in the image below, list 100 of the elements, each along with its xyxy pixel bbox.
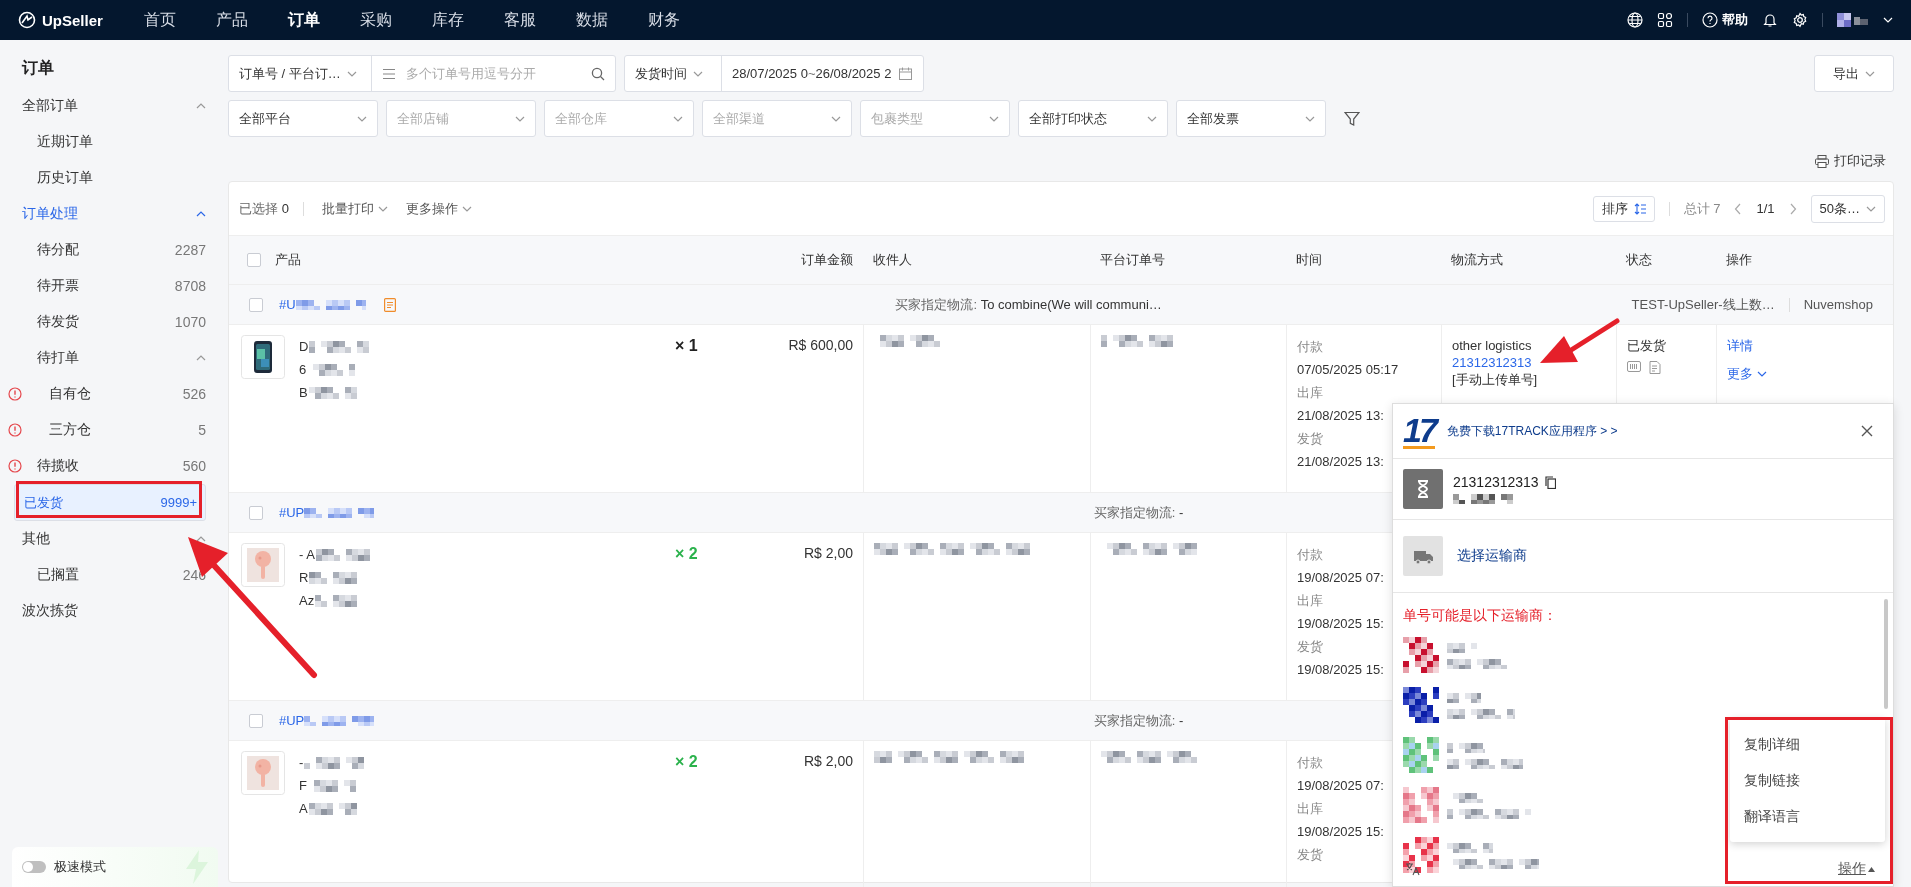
nav-tab[interactable]: 客服: [504, 9, 576, 31]
tracking-number-link[interactable]: 21312312313: [1452, 354, 1532, 371]
sidebar-item[interactable]: 波次拣货: [0, 593, 228, 629]
buyer-logistics-text: 买家指定物流: To combine(We will communi…: [895, 295, 1162, 314]
product-name-text: -: [299, 755, 304, 770]
time-label: 付款: [1297, 338, 1323, 356]
document-icon[interactable]: [1649, 361, 1661, 374]
globe-icon[interactable]: [1627, 12, 1643, 28]
carrier-logo: [1403, 787, 1441, 825]
more-actions-menu[interactable]: 更多操作: [405, 199, 472, 218]
note-icon[interactable]: [383, 297, 396, 312]
time-label: 发货: [1297, 430, 1323, 448]
quantity: × 1: [674, 336, 699, 356]
chevron-down-icon: [346, 70, 357, 77]
search-type-select[interactable]: 订单号 / 平台订…: [229, 56, 372, 91]
previous-page-icon[interactable]: [1734, 202, 1743, 215]
blurred-text: [1447, 709, 1515, 719]
time-value: 19/08/2025 07:: [1297, 777, 1384, 795]
sidebar-group[interactable]: 订单处理: [0, 196, 228, 232]
blurred-text: [1453, 494, 1513, 504]
chevron-down-icon: [673, 115, 683, 122]
chevron-down-icon: [515, 115, 525, 122]
date-separator: ~: [807, 66, 816, 81]
product-name-text: - A: [299, 547, 315, 562]
sort-icon: [1633, 202, 1646, 215]
translate-icon[interactable]: [1405, 862, 1420, 876]
order-checkbox[interactable]: [249, 713, 263, 728]
search-icon[interactable]: [591, 66, 605, 81]
buyer-logistics-text: 买家指定物流: -: [1093, 711, 1184, 730]
order-number-link[interactable]: #UP: [279, 713, 305, 728]
chevron-down-icon: [1305, 115, 1315, 122]
sidebar-item[interactable]: 近期订单: [0, 124, 228, 160]
sidebar-item[interactable]: 历史订单: [0, 160, 228, 196]
barcode-icon[interactable]: [1627, 361, 1641, 372]
menu-item[interactable]: 翻译语言: [1730, 798, 1885, 834]
nav-tab[interactable]: 库存: [432, 9, 504, 31]
choose-carrier-link[interactable]: 选择运输商: [1457, 547, 1527, 565]
nav-tab[interactable]: 财务: [648, 9, 720, 31]
sidebar-title: 订单: [20, 58, 55, 78]
scrollbar[interactable]: [1884, 599, 1888, 709]
sidebar-group[interactable]: 全部订单: [0, 88, 228, 124]
blurred-text: [308, 802, 357, 815]
page-size-select[interactable]: 50条…: [1810, 194, 1885, 223]
bell-icon[interactable]: [1762, 12, 1778, 28]
sidebar-group[interactable]: 待打单: [0, 340, 228, 376]
filter-select[interactable]: 全部平台: [228, 100, 378, 137]
sidebar-item[interactable]: 待揽收 560: [0, 448, 228, 484]
close-icon[interactable]: [1861, 425, 1873, 437]
batch-print-menu[interactable]: 批量打印: [321, 199, 388, 218]
order-number-link[interactable]: #UP: [279, 505, 305, 520]
date-type-select[interactable]: 发货时间: [625, 56, 722, 91]
column-header: 收件人: [872, 251, 913, 269]
blurred-text: [1447, 843, 1493, 853]
apps-icon[interactable]: [1657, 12, 1673, 28]
next-page-icon[interactable]: [1788, 202, 1797, 215]
page-indicator: 1/1: [1756, 201, 1775, 216]
carrier-logo: [1403, 737, 1441, 775]
sidebar-item[interactable]: 待分配 2287: [0, 232, 228, 268]
filter-select[interactable]: 全部打印状态: [1018, 100, 1168, 137]
export-button[interactable]: 导出: [1814, 55, 1894, 92]
nav-tab[interactable]: 采购: [360, 9, 432, 31]
filter-icon[interactable]: [1344, 110, 1360, 127]
details-link[interactable]: 详情: [1727, 337, 1753, 355]
logo-icon: [18, 11, 36, 29]
download-app-link[interactable]: 免费下载17TRACK应用程序 > >: [1446, 422, 1618, 440]
nav-tab[interactable]: 订单: [288, 9, 360, 31]
nav-tab[interactable]: 产品: [216, 9, 288, 31]
menu-item[interactable]: 复制详细: [1730, 726, 1885, 762]
copy-icon[interactable]: [1544, 475, 1556, 489]
search-field[interactable]: 订单号 / 平台订… 多个订单号用逗号分开: [228, 55, 616, 92]
sidebar-item[interactable]: 待发货 1070: [0, 304, 228, 340]
nav-tab[interactable]: 数据: [576, 9, 648, 31]
selected-count: 已选择 0: [239, 199, 289, 218]
logo[interactable]: UpSeller: [18, 11, 144, 29]
actions-menu-trigger[interactable]: 操作: [1838, 860, 1875, 878]
chevron-down-icon: [1757, 371, 1767, 377]
chevron-down-icon: [1883, 17, 1893, 23]
sidebar-item[interactable]: 待开票 8708: [0, 268, 228, 304]
fast-mode-toggle[interactable]: [22, 861, 46, 873]
print-history-link[interactable]: 打印记录: [1815, 152, 1886, 170]
more-menu-link[interactable]: 更多: [1727, 365, 1767, 383]
chevron-down-icon: [357, 115, 367, 122]
order-number-link[interactable]: #U: [279, 297, 296, 312]
nav-tab[interactable]: 首页: [144, 9, 216, 31]
sidebar-item[interactable]: 已发货 9999+: [14, 484, 206, 521]
platform-name: Nuvemshop: [1803, 297, 1873, 312]
sort-button[interactable]: 排序: [1592, 195, 1655, 222]
order-checkbox[interactable]: [249, 297, 263, 312]
settings-icon[interactable]: [1792, 12, 1808, 28]
sidebar-item[interactable]: 三方仓 5: [0, 412, 228, 448]
select-all-checkbox[interactable]: [247, 253, 261, 267]
blurred-text: [1447, 743, 1485, 753]
help-link[interactable]: 帮助: [1702, 11, 1748, 29]
date-range-field[interactable]: 发货时间 28/07/2025 0~26/08/2025 2: [624, 55, 924, 92]
order-checkbox[interactable]: [249, 505, 263, 520]
filter-select[interactable]: 全部发票: [1176, 100, 1326, 137]
store-name: TEST-UpSeller-线上数…: [1631, 295, 1775, 314]
account-menu[interactable]: [1837, 12, 1893, 28]
sidebar-item[interactable]: 自有仓 526: [0, 376, 228, 412]
menu-item[interactable]: 复制链接: [1730, 762, 1885, 798]
